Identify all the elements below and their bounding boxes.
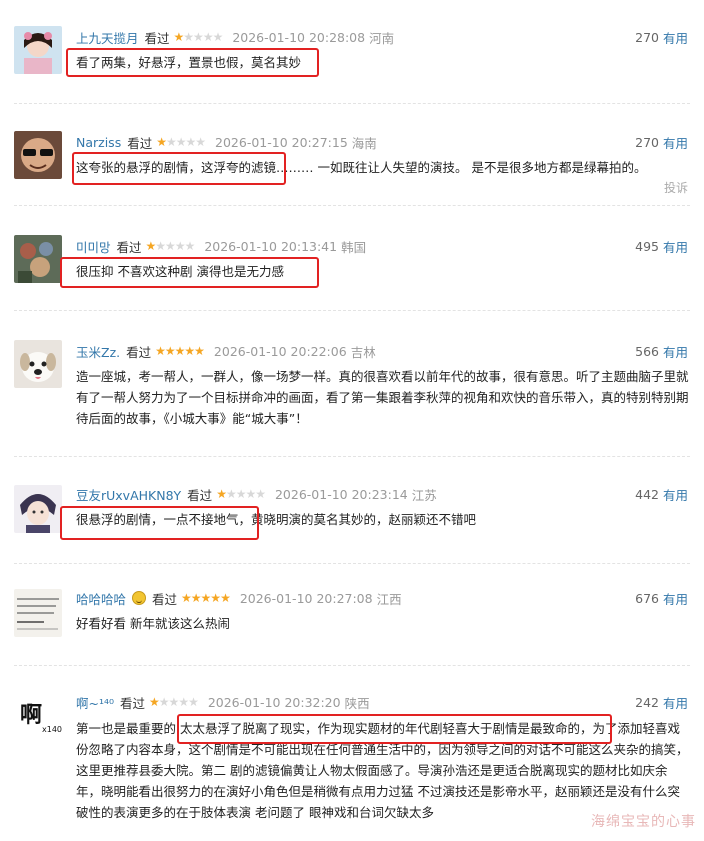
avatar[interactable] (14, 589, 62, 637)
rating-stars: ★★★★★ (156, 135, 206, 149)
rating-stars: ★★★★★ (145, 239, 196, 253)
divider (14, 665, 690, 666)
comment-meta: 玉米Zz. 看过 ★★★★★ 2026-01-10 20:22:06 吉林 (76, 341, 376, 361)
avatar[interactable] (14, 485, 62, 533)
location: 陕西 (344, 695, 370, 711)
comment-text: 好看好看 新年就该这么热闹 (76, 616, 230, 631)
divider (14, 103, 690, 104)
avatar[interactable] (14, 235, 62, 283)
vote-area: 442 有用 (635, 484, 688, 504)
useful-button[interactable]: 有用 (663, 28, 688, 47)
divider (14, 310, 690, 311)
avatar[interactable] (14, 131, 62, 179)
comment-meta: Narziss 看过 ★★★★★ 2026-01-10 20:27:15 海南 (76, 132, 377, 152)
username-link[interactable]: 玉米Zz. (76, 342, 120, 361)
rating-stars: ★★★★★ (216, 487, 266, 501)
divider (14, 563, 690, 564)
vote-area: 495 有用 (635, 236, 688, 256)
comment-meta: 啊~¹⁴⁰ 看过 ★★★★★ 2026-01-10 20:32:20 陕西 (76, 692, 370, 712)
useful-button[interactable]: 有用 (663, 693, 688, 712)
rating-stars: ★★★★★ (173, 30, 224, 44)
comment-text: 看了两集，好悬浮，置景也假，莫名其妙 (76, 55, 302, 70)
smiley-icon (132, 591, 147, 605)
vote-count: 242 (635, 694, 659, 710)
vote-count: 495 (635, 238, 659, 254)
timestamp: 2026-01-10 20:23:14 (274, 486, 408, 502)
comment-text: 第一也是最重要的 太太悬浮了脱离了现实，作为现实题材的年代剧轻喜大于剧情是最致命… (76, 721, 689, 820)
vote-area: 270 有用 (635, 132, 688, 152)
status-label: 看过 (126, 344, 152, 360)
avatar[interactable]: 啊 x140 (14, 692, 62, 740)
comment-meta: 豆友rUxvAHKN8Y 看过 ★★★★★ 2026-01-10 20:23:1… (76, 484, 437, 504)
comment-meta: 哈哈哈哈 看过 ★★★★★ 2026-01-10 20:27:08 江西 (76, 588, 402, 608)
timestamp: 2026-01-10 20:32:20 (207, 694, 341, 710)
comment-text: 很压抑 不喜欢这种剧 演得也是无力感 (76, 264, 284, 279)
rating-stars: ★★★★★ (181, 591, 231, 605)
status-label: 看过 (144, 30, 170, 46)
comment-text: 很悬浮的剧情，一点不接地气，黄晓明演的莫名其妙的，赵丽颖还不错吧 (76, 512, 477, 527)
useful-button[interactable]: 有用 (663, 485, 688, 504)
location: 江苏 (411, 487, 437, 503)
username-link[interactable]: 上九天揽月 (76, 28, 139, 47)
status-label: 看过 (152, 591, 178, 607)
avatar[interactable] (14, 26, 62, 74)
rating-stars: ★★★★★ (149, 695, 199, 709)
avatar-glyph: 啊 (20, 703, 42, 728)
comment-text: 这夸张的悬浮的剧情，这浮夸的滤镜……… 一如既往让人失望的演技。 是不是很多地方… (76, 160, 647, 175)
location: 吉林 (350, 344, 376, 360)
avatar[interactable] (14, 340, 62, 388)
vote-count: 676 (635, 590, 659, 606)
username-link[interactable]: 啊~¹⁴⁰ (76, 693, 114, 712)
vote-area: 270 有用 (635, 27, 688, 47)
rating-stars: ★★★★★ (155, 344, 205, 358)
useful-button[interactable]: 有用 (663, 342, 688, 361)
vote-count: 442 (635, 486, 659, 502)
status-label: 看过 (120, 695, 146, 711)
username-link[interactable]: Narziss (76, 135, 121, 150)
location: 海南 (351, 135, 377, 151)
timestamp: 2026-01-10 20:27:15 (215, 134, 348, 150)
timestamp: 2026-01-10 20:27:08 (239, 590, 373, 606)
timestamp: 2026-01-10 20:28:08 (232, 29, 366, 45)
status-label: 看过 (116, 239, 142, 255)
timestamp: 2026-01-10 20:22:06 (213, 343, 347, 359)
username-link[interactable]: 미미망 (76, 237, 111, 256)
watermark: 海绵宝宝的心事 (591, 814, 696, 830)
username-link[interactable]: 哈哈哈哈 (76, 589, 126, 608)
report-link[interactable]: 投诉 (664, 179, 688, 196)
timestamp: 2026-01-10 20:13:41 (204, 238, 338, 254)
status-label: 看过 (187, 487, 213, 503)
comment-meta: 미미망 看过 ★★★★★ 2026-01-10 20:13:41 韩国 (76, 236, 366, 256)
vote-count: 566 (635, 343, 659, 359)
comment-text: 造一座城，考一帮人，一群人，像一场梦一样。真的很喜欢看以前年代的故事，很有意思。… (76, 369, 689, 426)
useful-button[interactable]: 有用 (663, 237, 688, 256)
useful-button[interactable]: 有用 (663, 133, 688, 152)
avatar-subtext: x140 (42, 725, 62, 734)
vote-area: 676 有用 (635, 588, 688, 608)
vote-count: 270 (635, 134, 659, 150)
username-link[interactable]: 豆友rUxvAHKN8Y (76, 485, 181, 504)
location: 韩国 (341, 239, 367, 255)
vote-count: 270 (635, 29, 659, 45)
useful-button[interactable]: 有用 (663, 589, 688, 608)
divider (14, 456, 690, 457)
divider (14, 205, 690, 206)
comment-meta: 上九天揽月 看过 ★★★★★ 2026-01-10 20:28:08 河南 (76, 27, 394, 47)
location: 江西 (376, 591, 402, 607)
status-label: 看过 (127, 135, 153, 151)
vote-area: 566 有用 (635, 341, 688, 361)
location: 河南 (369, 30, 395, 46)
vote-area: 242 有用 (635, 692, 688, 712)
